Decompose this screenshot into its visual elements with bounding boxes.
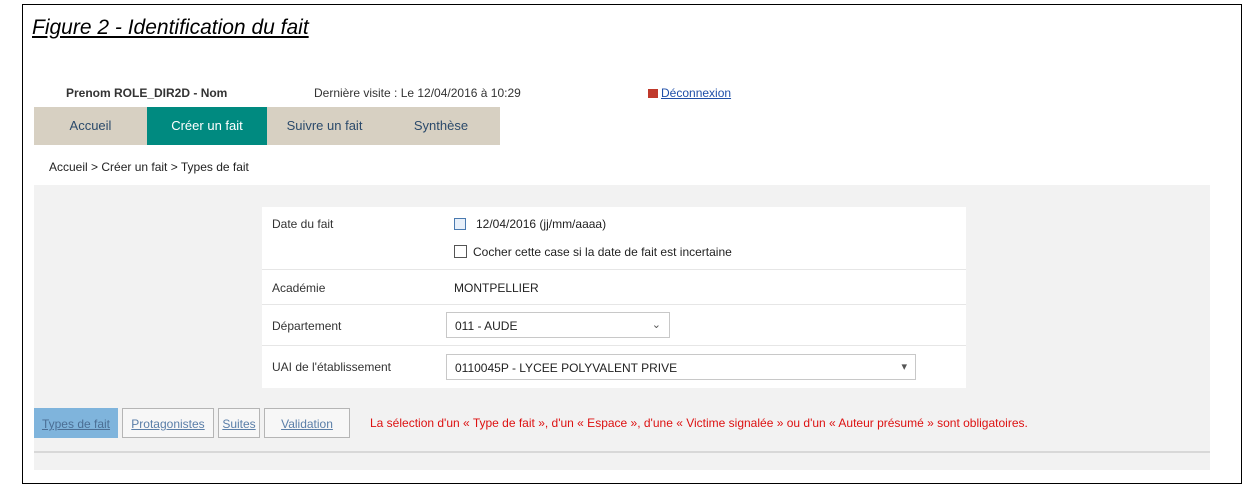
uai-row: UAI de l'établissement 0110045P - LYCEE … <box>262 346 966 388</box>
nav-item-creer-un-fait[interactable]: Créer un fait <box>147 107 267 145</box>
departement-row: Département 011 - AUDE ⌄ <box>262 305 966 346</box>
calendar-icon[interactable] <box>454 218 466 230</box>
tab-suites[interactable]: Suites <box>218 408 260 438</box>
last-visit: Dernière visite : Le 12/04/2016 à 10:29 <box>314 86 521 100</box>
caret-down-icon: ▾ <box>901 361 907 373</box>
chevron-down-icon: ⌄ <box>651 319 661 331</box>
logout-icon <box>648 89 658 98</box>
date-hint: (jj/mm/aaaa) <box>539 217 607 231</box>
uai-value: 0110045P - LYCEE POLYVALENT PRIVE <box>455 361 678 375</box>
tab-validation[interactable]: Validation <box>264 408 350 438</box>
uncertain-checkbox[interactable] <box>454 245 467 258</box>
nav-item-suivre-un-fait[interactable]: Suivre un fait <box>267 107 382 145</box>
date-label: Date du fait <box>272 217 334 231</box>
top-bar: Prenom ROLE_DIR2D - Nom Dernière visite … <box>34 78 1210 107</box>
academie-row: Académie MONTPELLIER <box>262 270 966 305</box>
logout-label: Déconnexion <box>661 86 732 100</box>
departement-label: Département <box>272 319 342 333</box>
uncertain-label: Cocher cette case si la date de fait est… <box>473 245 732 259</box>
app-window: Prenom ROLE_DIR2D - Nom Dernière visite … <box>34 78 1210 470</box>
nav-item-accueil[interactable]: Accueil <box>34 107 147 145</box>
logout-link[interactable]: Déconnexion <box>648 86 731 100</box>
user-name: Prenom ROLE_DIR2D - Nom <box>66 86 228 100</box>
uai-select[interactable]: 0110045P - LYCEE POLYVALENT PRIVE ▾ <box>446 354 916 380</box>
date-value-group: 12/04/2016 (jj/mm/aaaa) <box>454 217 606 231</box>
academie-label: Académie <box>272 281 326 295</box>
academie-value: MONTPELLIER <box>454 281 539 295</box>
uai-label: UAI de l'établissement <box>272 360 392 374</box>
main-nav: Accueil Créer un fait Suivre un fait Syn… <box>34 107 500 145</box>
tab-types-de-fait[interactable]: Types de fait <box>34 408 118 438</box>
breadcrumb: Accueil > Créer un fait > Types de fait <box>49 160 249 174</box>
date-value[interactable]: 12/04/2016 <box>476 217 536 231</box>
divider <box>34 451 1210 453</box>
figure-title: Figure 2 - Identification du fait <box>32 16 309 39</box>
main-content: Accueil > Créer un fait > Types de fait … <box>34 145 1210 470</box>
departement-value: 011 - AUDE <box>455 319 518 333</box>
tab-protagonistes[interactable]: Protagonistes <box>122 408 214 438</box>
nav-item-synthese[interactable]: Synthèse <box>382 107 500 145</box>
step-tabs-bar: Types de fait Protagonistes Suites Valid… <box>34 408 1210 452</box>
departement-select[interactable]: 011 - AUDE ⌄ <box>446 312 670 338</box>
date-row: Date du fait 12/04/2016 (jj/mm/aaaa) Coc… <box>262 207 966 270</box>
uncertain-group: Cocher cette case si la date de fait est… <box>454 245 732 259</box>
breadcrumb-bar: Accueil > Créer un fait > Types de fait <box>34 145 1210 185</box>
fait-form: Date du fait 12/04/2016 (jj/mm/aaaa) Coc… <box>262 207 966 388</box>
validation-error-message: La sélection d'un « Type de fait », d'un… <box>370 416 1028 430</box>
